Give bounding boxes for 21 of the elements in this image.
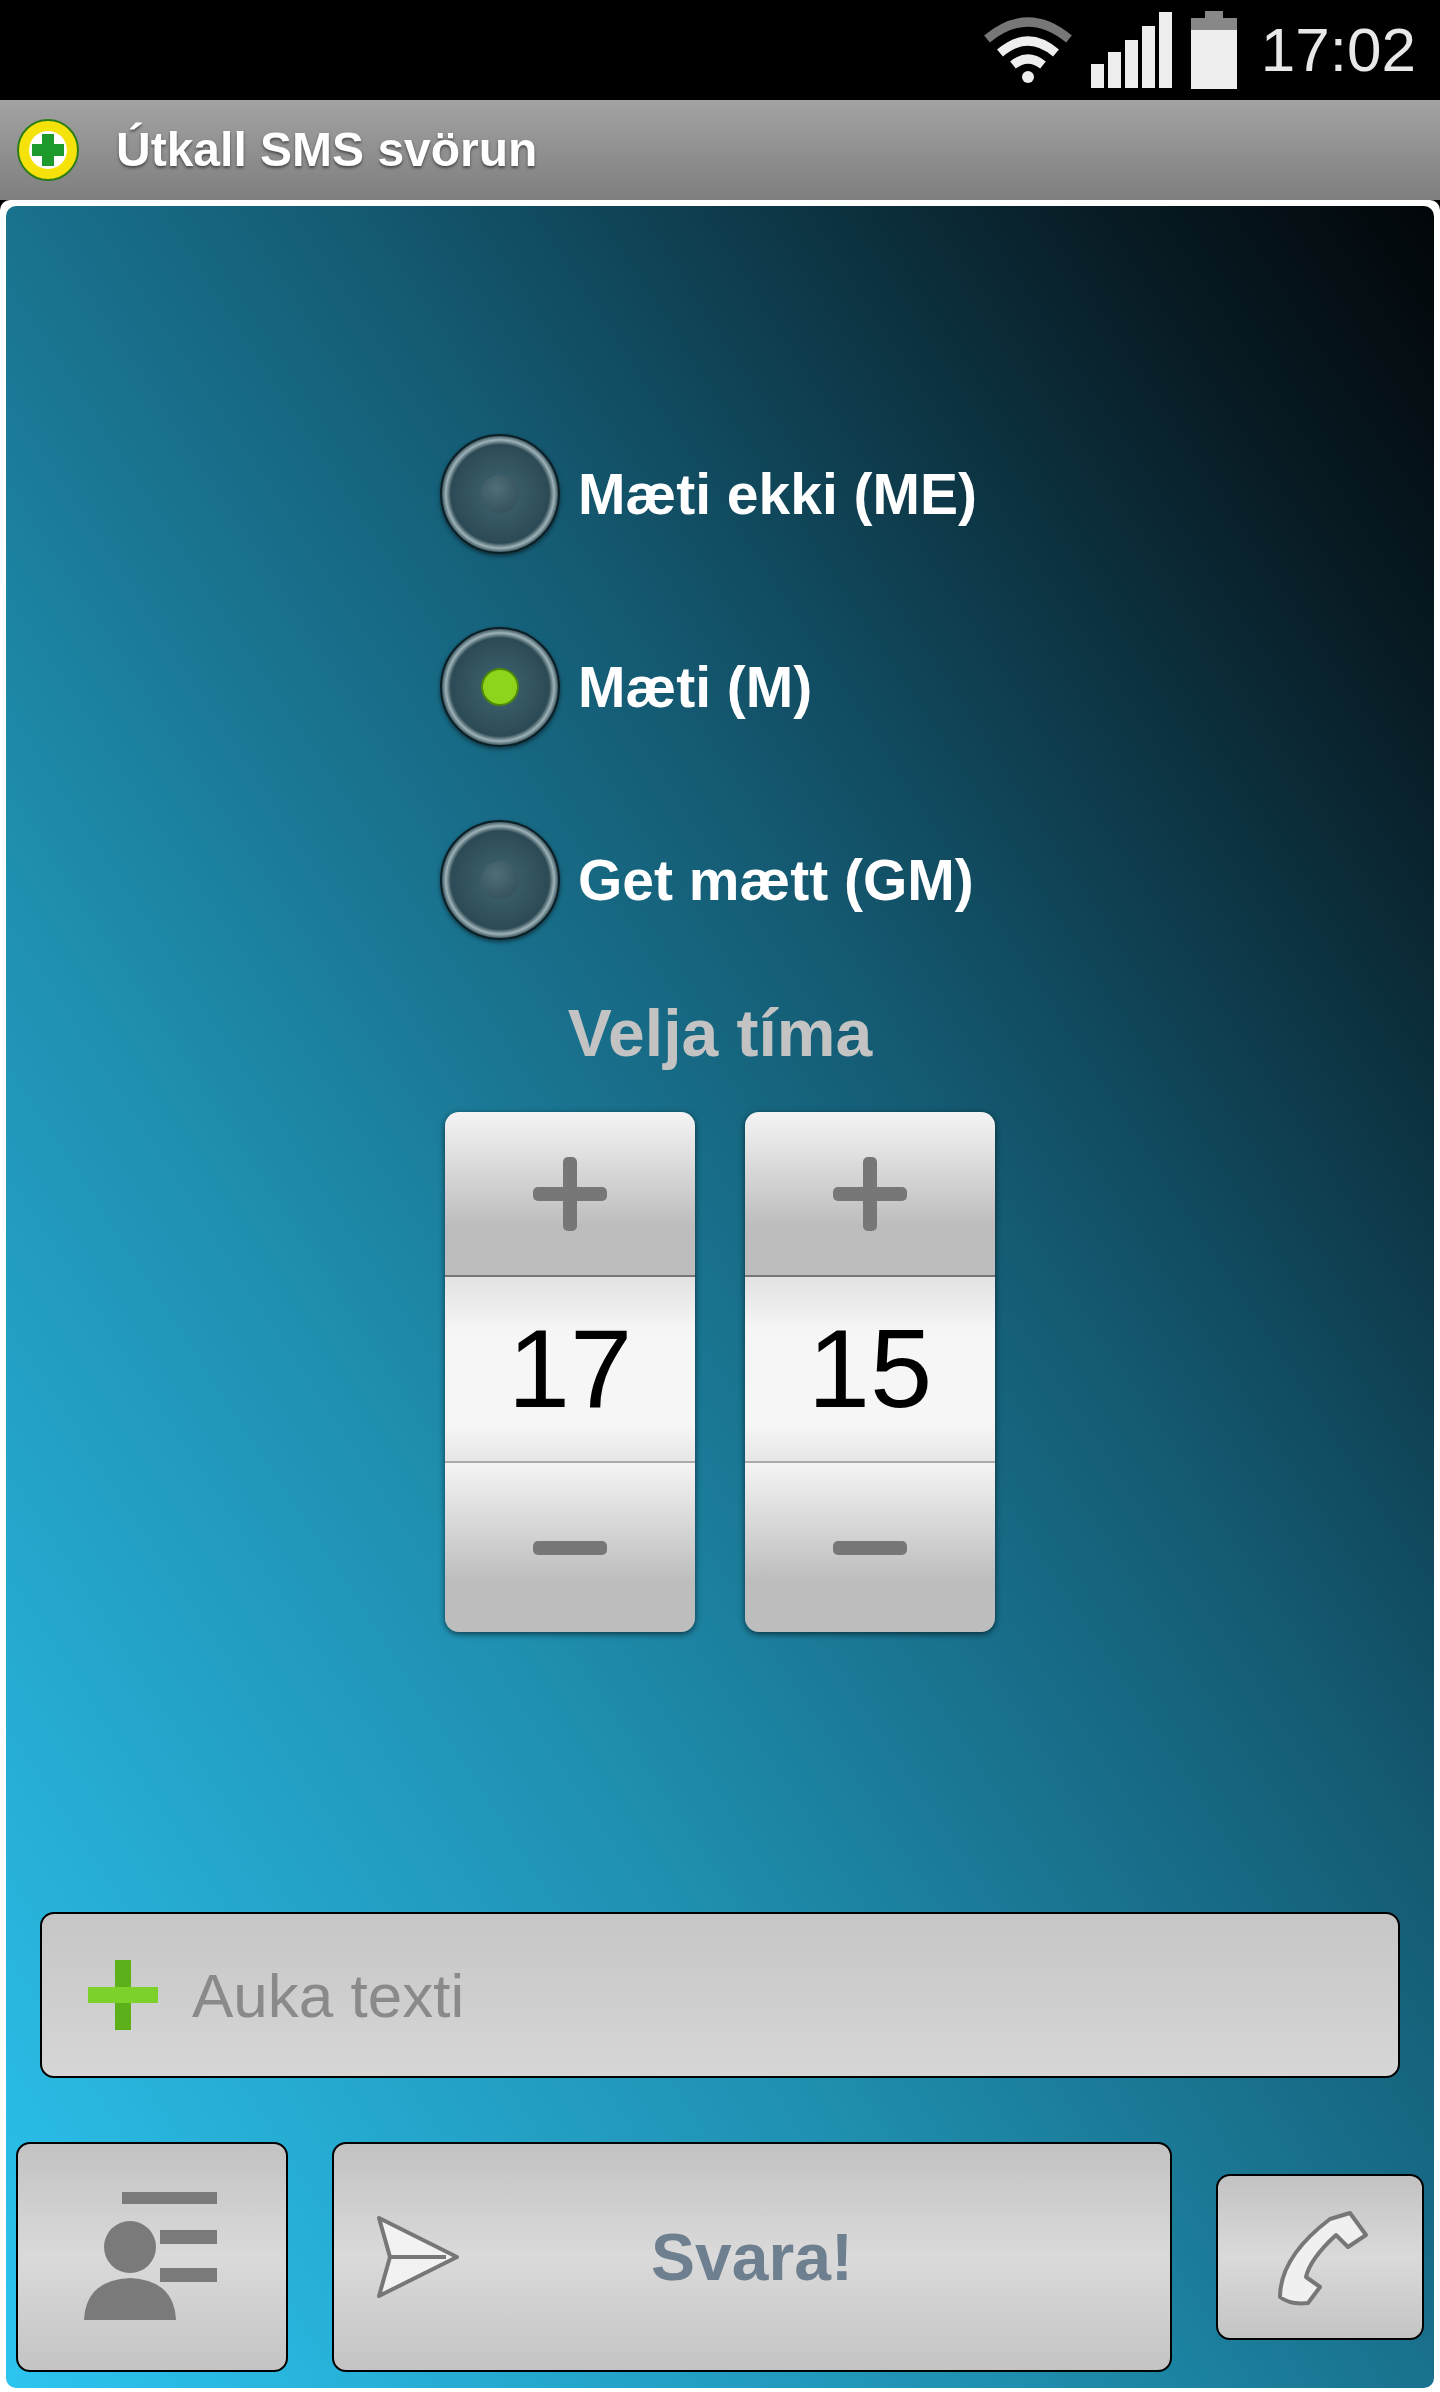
logo-icon — [16, 118, 80, 182]
decrement-button[interactable] — [445, 1461, 695, 1632]
increment-button[interactable] — [445, 1112, 695, 1277]
wifi-icon — [982, 17, 1073, 83]
add-icon — [88, 1960, 158, 2030]
increment-button[interactable] — [745, 1112, 995, 1277]
minus-icon — [833, 1540, 907, 1555]
decrement-button[interactable] — [745, 1461, 995, 1632]
clock-time: 17:02 — [1260, 19, 1416, 81]
number-field[interactable]: 15 — [745, 1277, 995, 1461]
signal-icon — [1090, 12, 1173, 88]
number-field[interactable]: 17 — [445, 1277, 695, 1461]
send-icon — [376, 2215, 460, 2299]
plus-icon — [833, 1156, 907, 1231]
text-field[interactable]: Auka texti — [40, 1912, 1400, 2078]
minus-icon — [533, 1540, 607, 1555]
call-button[interactable] — [1216, 2174, 1424, 2340]
app-title: Útkall SMS svörun — [116, 121, 538, 178]
battery-icon — [1190, 11, 1237, 89]
contacts-button[interactable] — [16, 2142, 288, 2372]
plus-icon — [533, 1156, 607, 1231]
